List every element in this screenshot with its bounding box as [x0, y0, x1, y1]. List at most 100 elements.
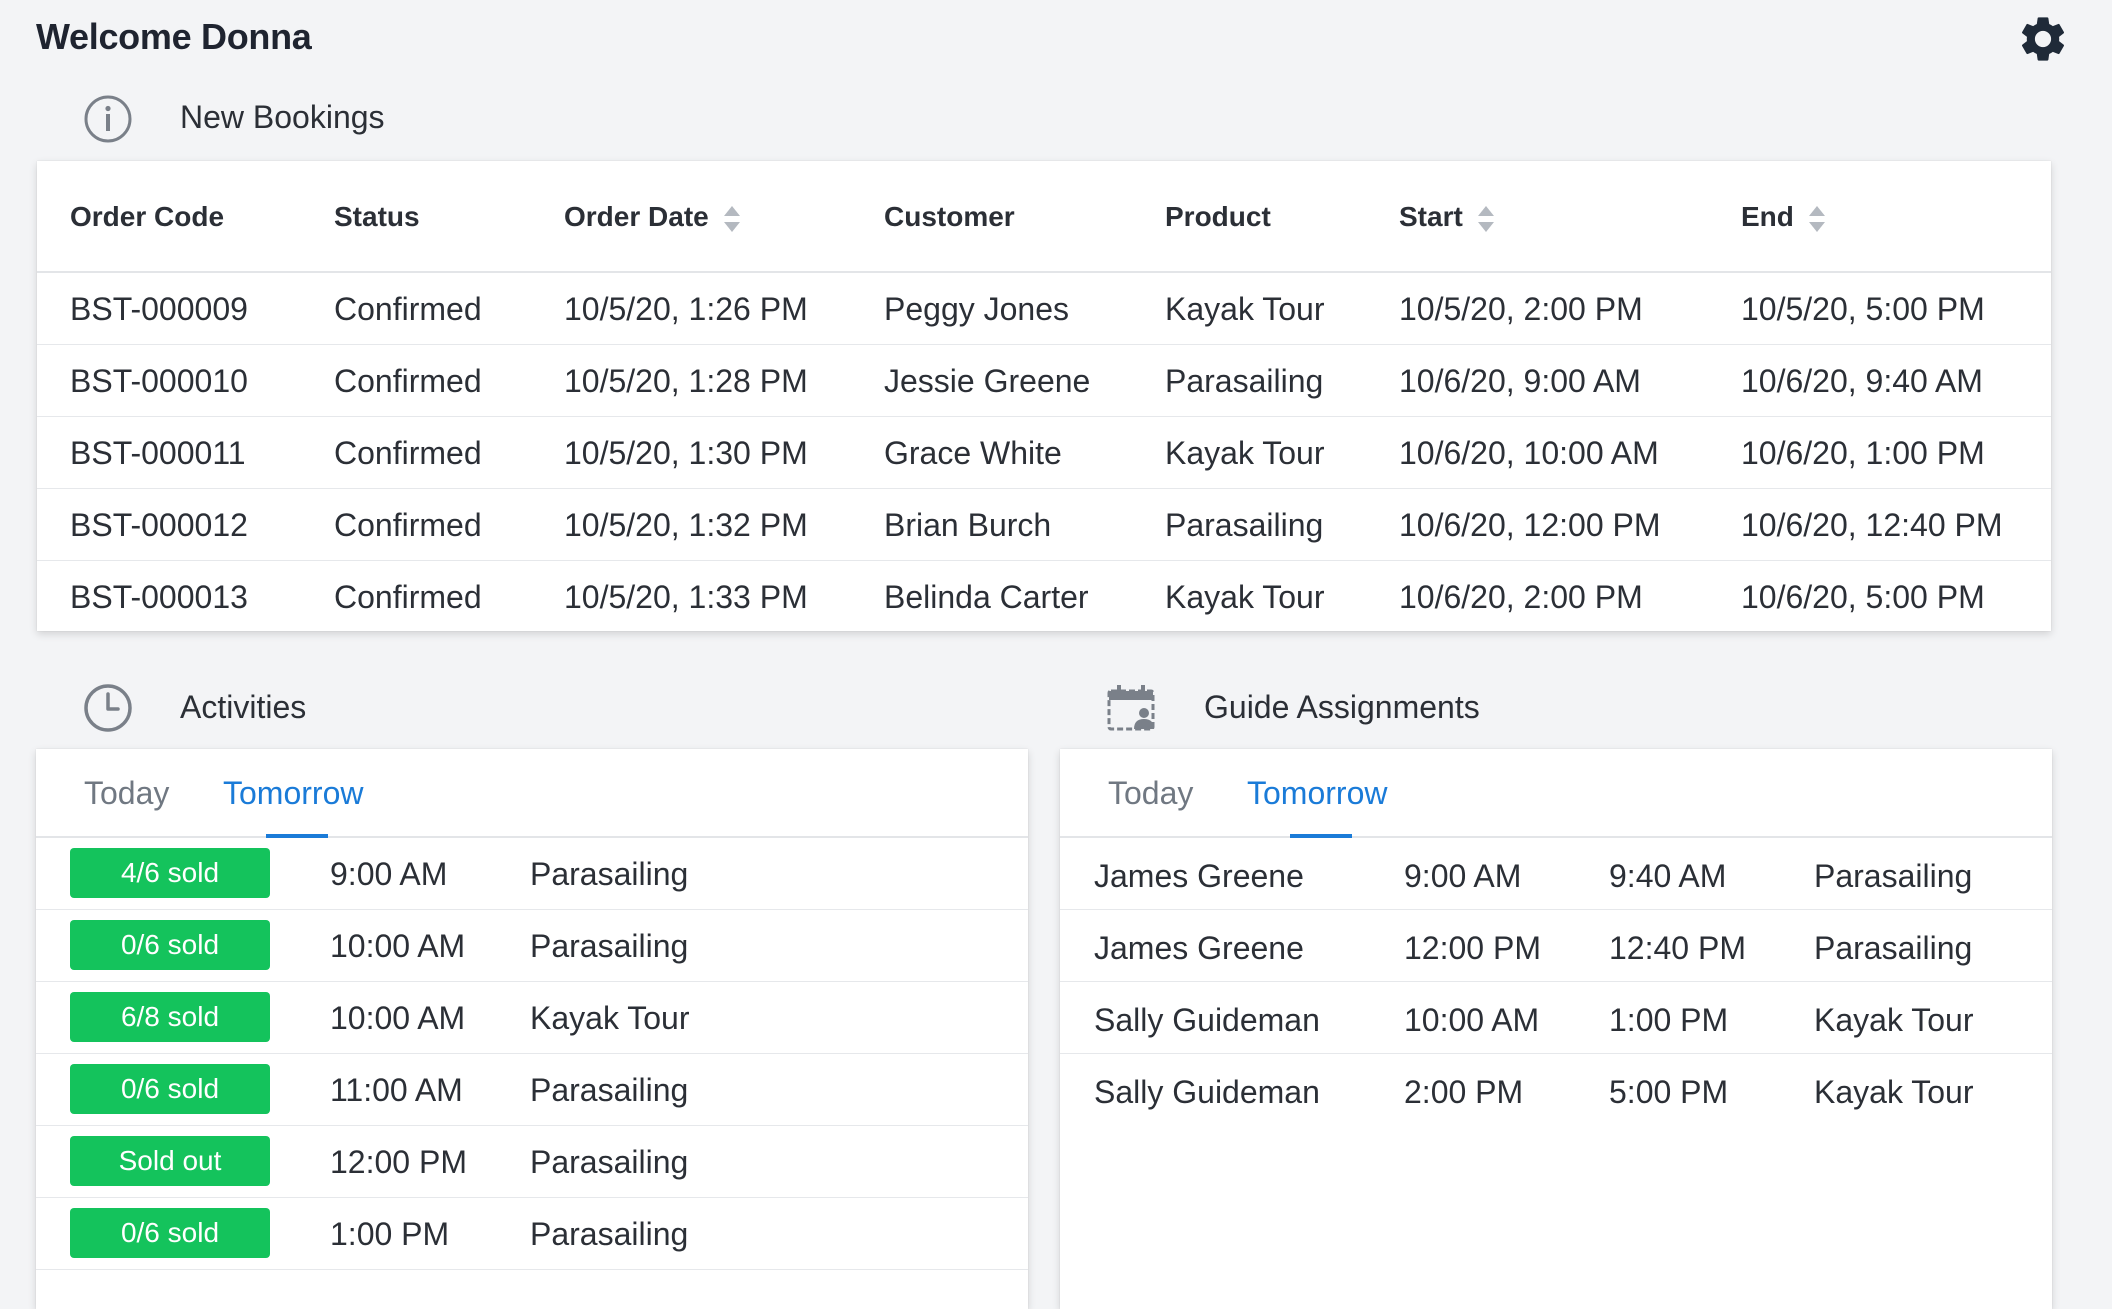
tab-tomorrow[interactable]: Tomorrow: [1247, 775, 1387, 812]
list-item[interactable]: Sold out 12:00 PM Parasailing: [36, 1126, 1028, 1198]
guide-end-time: 1:00 PM: [1609, 1002, 1729, 1038]
status-cell: Confirmed: [334, 507, 482, 543]
guide-name: Sally Guideman: [1094, 1074, 1320, 1110]
status-cell: Confirmed: [334, 435, 482, 471]
sold-badge: 0/6 sold: [70, 1064, 270, 1114]
start-cell: 10/6/20, 9:00 AM: [1399, 363, 1641, 399]
sold-badge: 6/8 sold: [70, 992, 270, 1042]
customer-cell: Grace White: [884, 435, 1062, 471]
guide-assignments-panel: Today Tomorrow James Greene 9:00 AM 9:40…: [1060, 749, 2052, 1309]
customer-cell: Peggy Jones: [884, 291, 1070, 327]
activity-product: Parasailing: [530, 856, 689, 892]
column-header-end[interactable]: End: [1741, 201, 1826, 234]
column-header-customer: Customer: [884, 201, 1015, 232]
customer-cell: Belinda Carter: [884, 579, 1089, 615]
guide-tabs: Today Tomorrow: [1060, 749, 2052, 838]
sold-badge: 0/6 sold: [70, 1208, 270, 1258]
order-code-cell: BST-000010: [70, 363, 248, 399]
list-item[interactable]: Sally Guideman 10:00 AM 1:00 PM Kayak To…: [1060, 982, 2052, 1054]
info-circle-icon: [83, 94, 133, 144]
list-item[interactable]: 0/6 sold 1:00 PM Parasailing: [36, 1198, 1028, 1270]
guide-start-time: 2:00 PM: [1404, 1074, 1524, 1110]
guide-product: Parasailing: [1814, 930, 1973, 966]
sort-arrows-icon[interactable]: [1477, 204, 1495, 234]
product-cell: Kayak Tour: [1165, 291, 1325, 327]
activities-title: Activities: [180, 689, 307, 725]
guide-start-time: 12:00 PM: [1404, 930, 1541, 966]
activity-time: 9:00 AM: [330, 856, 448, 892]
sold-badge: Sold out: [70, 1136, 270, 1186]
column-header-end-label: End: [1741, 201, 1794, 232]
guide-name: James Greene: [1094, 930, 1304, 966]
table-row[interactable]: BST-000009 Confirmed 10/5/20, 1:26 PM Pe…: [37, 273, 2051, 345]
activity-product: Parasailing: [530, 1072, 689, 1108]
order-code-cell: BST-000011: [70, 435, 246, 471]
sort-arrows-icon[interactable]: [1808, 204, 1826, 234]
end-cell: 10/6/20, 12:40 PM: [1741, 507, 2003, 543]
customer-cell: Jessie Greene: [884, 363, 1091, 399]
column-header-start-label: Start: [1399, 201, 1463, 232]
sort-arrows-icon[interactable]: [723, 204, 741, 234]
column-header-product: Product: [1165, 201, 1271, 232]
start-cell: 10/6/20, 2:00 PM: [1399, 579, 1643, 615]
clock-icon: [83, 683, 133, 733]
sold-badge: 4/6 sold: [70, 848, 270, 898]
activity-time: 1:00 PM: [330, 1216, 450, 1252]
end-cell: 10/6/20, 5:00 PM: [1741, 579, 1985, 615]
list-item[interactable]: James Greene 12:00 PM 12:40 PM Parasaili…: [1060, 910, 2052, 982]
guide-start-time: 9:00 AM: [1404, 858, 1522, 894]
activity-time: 12:00 PM: [330, 1144, 467, 1180]
guide-end-time: 9:40 AM: [1609, 858, 1727, 894]
guide-product: Parasailing: [1814, 858, 1973, 894]
list-item[interactable]: Sally Guideman 2:00 PM 5:00 PM Kayak Tou…: [1060, 1054, 2052, 1126]
order-date-cell: 10/5/20, 1:33 PM: [564, 579, 808, 615]
tab-tomorrow[interactable]: Tomorrow: [223, 775, 363, 812]
order-date-cell: 10/5/20, 1:30 PM: [564, 435, 808, 471]
list-item[interactable]: 0/6 sold 11:00 AM Parasailing: [36, 1054, 1028, 1126]
guide-name: Sally Guideman: [1094, 1002, 1320, 1038]
activities-tabs: Today Tomorrow: [36, 749, 1028, 838]
order-code-cell: BST-000012: [70, 507, 248, 543]
order-date-cell: 10/5/20, 1:32 PM: [564, 507, 808, 543]
guide-end-time: 5:00 PM: [1609, 1074, 1729, 1110]
activities-panel: Today Tomorrow 4/6 sold 9:00 AM Parasail…: [36, 749, 1028, 1309]
welcome-heading: Welcome Donna: [36, 16, 312, 57]
table-row[interactable]: BST-000012 Confirmed 10/5/20, 1:32 PM Br…: [37, 489, 2051, 561]
activity-time: 11:00 AM: [330, 1072, 463, 1108]
table-row[interactable]: BST-000011 Confirmed 10/5/20, 1:30 PM Gr…: [37, 417, 2051, 489]
start-cell: 10/5/20, 2:00 PM: [1399, 291, 1643, 327]
column-header-start[interactable]: Start: [1399, 201, 1495, 234]
list-item[interactable]: James Greene 9:00 AM 9:40 AM Parasailing: [1060, 838, 2052, 910]
calendar-user-icon: [1106, 683, 1156, 733]
list-item[interactable]: 0/6 sold 10:00 AM Parasailing: [36, 910, 1028, 982]
status-cell: Confirmed: [334, 579, 482, 615]
column-header-order-code: Order Code: [70, 201, 225, 232]
end-cell: 10/6/20, 9:40 AM: [1741, 363, 1983, 399]
table-header: Order Code Status Order Date Customer Pr…: [37, 161, 2051, 273]
order-code-cell: BST-000013: [70, 579, 248, 615]
product-cell: Kayak Tour: [1165, 435, 1325, 471]
product-cell: Kayak Tour: [1165, 579, 1325, 615]
activity-time: 10:00 AM: [330, 1000, 466, 1036]
tab-today[interactable]: Today: [84, 775, 169, 812]
guide-assignments-title: Guide Assignments: [1204, 689, 1480, 725]
order-code-cell: BST-000009: [70, 291, 248, 327]
list-item[interactable]: 6/8 sold 10:00 AM Kayak Tour: [36, 982, 1028, 1054]
bookings-table: Order Code Status Order Date Customer Pr…: [37, 161, 2051, 631]
gear-icon[interactable]: [2016, 12, 2070, 66]
guide-name: James Greene: [1094, 858, 1304, 894]
order-date-cell: 10/5/20, 1:28 PM: [564, 363, 808, 399]
sold-badge: 0/6 sold: [70, 920, 270, 970]
guide-product: Kayak Tour: [1814, 1002, 1974, 1038]
product-cell: Parasailing: [1165, 363, 1324, 399]
product-cell: Parasailing: [1165, 507, 1324, 543]
new-bookings-title: New Bookings: [180, 99, 385, 135]
customer-cell: Brian Burch: [884, 507, 1052, 543]
tab-today[interactable]: Today: [1108, 775, 1193, 812]
list-item[interactable]: 4/6 sold 9:00 AM Parasailing: [36, 838, 1028, 910]
table-row[interactable]: BST-000010 Confirmed 10/5/20, 1:28 PM Je…: [37, 345, 2051, 417]
column-header-order-date[interactable]: Order Date: [564, 201, 741, 234]
activity-product: Kayak Tour: [530, 1000, 690, 1036]
table-row[interactable]: BST-000013 Confirmed 10/5/20, 1:33 PM Be…: [37, 561, 2051, 633]
guide-start-time: 10:00 AM: [1404, 1002, 1540, 1038]
